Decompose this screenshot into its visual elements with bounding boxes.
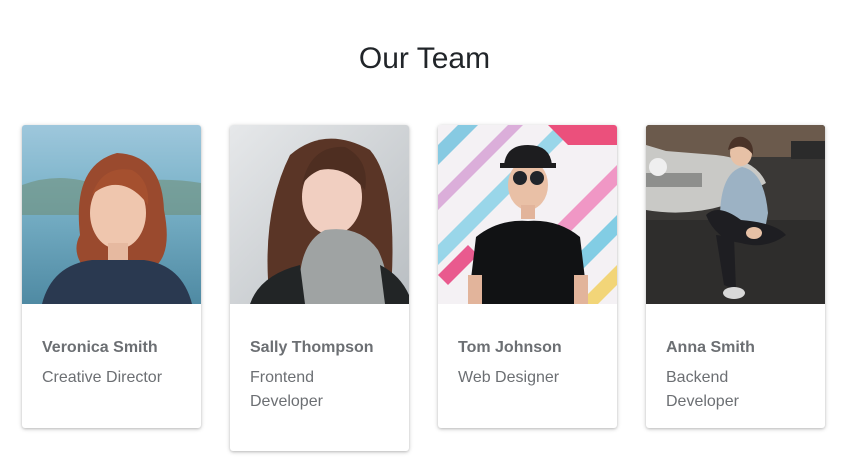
member-name: Tom Johnson [458,339,562,356]
member-photo [438,125,617,304]
team-card-veronica: Veronica Smith Creative Director [22,125,201,428]
member-role: Creative Director [42,369,163,386]
member-role: Web Designer [458,369,560,386]
member-role: Backend Developer [666,369,739,410]
member-name: Sally Thompson [250,339,374,356]
team-card-sally: Sally Thompson Frontend Developer [230,125,409,451]
team-card-anna: Anna Smith Backend Developer [646,125,825,428]
member-photo [230,125,409,304]
member-photo [646,125,825,304]
team-card-tom: Tom Johnson Web Designer [438,125,617,428]
member-photo [22,125,201,304]
member-name: Veronica Smith [42,339,158,356]
member-role: Frontend Developer [250,369,323,410]
section-title: Our Team [358,42,491,75]
member-name: Anna Smith [666,339,755,356]
